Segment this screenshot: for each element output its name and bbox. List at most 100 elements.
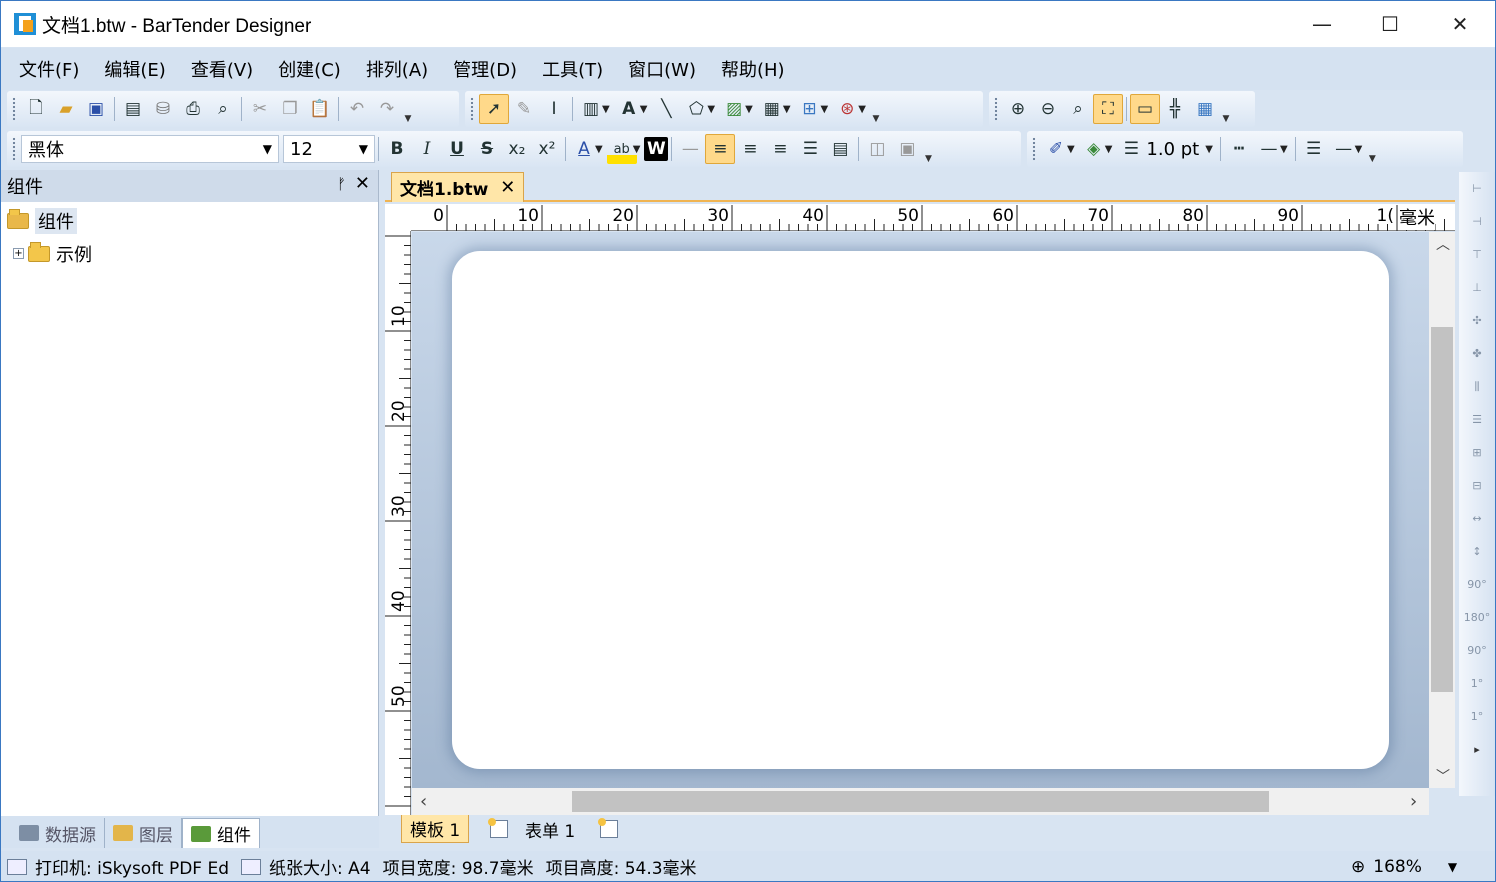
rotate-ccw-1-icon[interactable]: 1° — [1459, 667, 1495, 700]
cut-icon[interactable]: ✂ — [245, 94, 275, 124]
tab-layers[interactable]: 图层 — [105, 818, 182, 848]
vertical-scrollbar[interactable]: ︿ ﹀ — [1429, 232, 1455, 788]
align-justify-icon[interactable]: ☰ — [795, 134, 825, 164]
database-icon[interactable]: ⛁ — [148, 94, 178, 124]
scroll-down-icon[interactable]: ﹀ — [1436, 766, 1450, 786]
scroll-up-icon[interactable]: ︿ — [1436, 234, 1450, 254]
menu-tools[interactable]: 工具(T) — [534, 56, 611, 82]
shrink-icon[interactable]: ◫ — [862, 134, 892, 164]
superscript-button[interactable]: x² — [532, 134, 562, 164]
tree-item-example[interactable]: + 示例 — [1, 237, 378, 270]
line-weight-icon[interactable]: ☰ — [1116, 134, 1146, 164]
menu-view[interactable]: 查看(V) — [183, 56, 261, 82]
horizontal-scroll-thumb[interactable] — [572, 791, 1269, 812]
menu-arrange[interactable]: 排列(A) — [358, 56, 436, 82]
underline-button[interactable]: U — [442, 134, 472, 164]
scroll-left-icon[interactable]: ‹ — [420, 791, 427, 812]
toolbar-overflow-icon[interactable]: ▼ — [402, 94, 414, 124]
rotate-180-icon[interactable]: 180° — [1459, 601, 1495, 634]
zoom-control[interactable]: ⊕ 168% ▼ — [1345, 857, 1463, 877]
add-template-icon[interactable] — [479, 815, 519, 843]
toolbar-grip[interactable] — [12, 97, 16, 121]
align-left-icon[interactable]: ≡ — [705, 134, 736, 164]
line-style-icon[interactable]: — — [675, 134, 705, 164]
distribute-horizontal-icon[interactable]: ⫼ — [1459, 370, 1495, 403]
pin-icon[interactable]: ᚠ — [337, 175, 346, 193]
tab-data-source[interactable]: 数据源 — [11, 818, 105, 848]
print-icon[interactable]: ⎙ — [178, 94, 208, 124]
menu-manage[interactable]: 管理(D) — [445, 56, 525, 82]
menu-help[interactable]: 帮助(H) — [713, 56, 793, 82]
tab-form-1[interactable]: 表单 1 — [517, 815, 583, 843]
line-icon[interactable]: ╲ — [651, 94, 681, 124]
strikethrough-button[interactable]: S — [472, 134, 502, 164]
tab-components[interactable]: 组件 — [182, 818, 260, 848]
subscript-button[interactable]: x₂ — [502, 134, 532, 164]
close-button[interactable]: ✕ — [1425, 1, 1495, 47]
design-canvas[interactable] — [412, 232, 1429, 788]
align-right-icon[interactable]: ≡ — [765, 134, 795, 164]
label-template[interactable] — [452, 251, 1389, 769]
bold-button[interactable]: B — [382, 134, 412, 164]
align-centers-icon[interactable]: ⊣ — [1459, 205, 1495, 238]
save-icon[interactable]: ▣ — [81, 94, 111, 124]
toolbar-overflow-icon[interactable]: ▼ — [1220, 94, 1232, 124]
scroll-right-icon[interactable]: › — [1410, 791, 1417, 812]
maximize-button[interactable]: ☐ — [1355, 1, 1425, 47]
document-tab[interactable]: 文档1.btw ✕ — [391, 172, 525, 202]
grid-icon[interactable]: ▦ — [1190, 94, 1220, 124]
vertical-scroll-thumb[interactable] — [1431, 327, 1453, 692]
toolbar-overflow-icon[interactable]: ▼ — [922, 134, 934, 164]
toolbar-grip[interactable] — [994, 97, 998, 121]
tree-root[interactable]: 组件 — [1, 204, 378, 237]
align-bottom-edges-icon[interactable]: ⊥ — [1459, 271, 1495, 304]
brush-tool-icon[interactable]: ✎ — [509, 94, 539, 124]
zoom-fit-icon[interactable]: ⛶ — [1093, 94, 1123, 124]
toolbar-overflow-icon[interactable]: ▼ — [870, 94, 882, 124]
distribute-vertical-icon[interactable]: ☰ — [1459, 403, 1495, 436]
word-wrap-button[interactable]: W — [644, 137, 669, 161]
align-center-icon[interactable]: ≡ — [735, 134, 765, 164]
zoom-in-icon[interactable]: ⊕ — [1003, 94, 1033, 124]
rotate-cw-1-icon[interactable]: 1° — [1459, 700, 1495, 733]
open-folder-icon[interactable]: ▰ — [51, 94, 81, 124]
redo-icon[interactable]: ↷ — [372, 94, 402, 124]
new-document-icon[interactable]: 🗋 — [21, 94, 51, 124]
text-frame-icon[interactable]: ▣ — [892, 134, 922, 164]
toolbar-grip[interactable] — [470, 97, 474, 121]
horizontal-scrollbar[interactable]: ‹ › — [412, 788, 1429, 815]
copy-icon[interactable]: ❐ — [275, 94, 305, 124]
ruler-toggle-icon[interactable]: ▭ — [1130, 94, 1160, 124]
paste-icon[interactable]: 📋 — [305, 94, 335, 124]
toolbar-overflow-icon[interactable]: ▼ — [1366, 134, 1378, 164]
font-size-select[interactable]: 12 ▼ — [283, 135, 375, 163]
toolbar-grip[interactable] — [12, 137, 16, 161]
expand-icon[interactable]: + — [13, 248, 24, 259]
align-center-both-icon[interactable]: ✤ — [1459, 337, 1495, 370]
rotate-cw-90-icon[interactable]: 90° — [1459, 634, 1495, 667]
font-family-select[interactable]: 黑体 ▼ — [21, 135, 279, 163]
align-middle-icon[interactable]: ✣ — [1459, 304, 1495, 337]
same-width-icon[interactable]: ↔ — [1459, 502, 1495, 535]
fit-text-icon[interactable]: ▤ — [825, 134, 855, 164]
print-preview-icon[interactable]: ⌕ — [208, 94, 238, 124]
menu-file[interactable]: 文件(F) — [11, 56, 87, 82]
zoom-out-icon[interactable]: ⊖ — [1033, 94, 1063, 124]
menu-create[interactable]: 创建(C) — [270, 56, 349, 82]
center-horizontal-icon[interactable]: ⊞ — [1459, 436, 1495, 469]
align-top-edges-icon[interactable]: ⊤ — [1459, 238, 1495, 271]
undo-icon[interactable]: ↶ — [342, 94, 372, 124]
toolbar-grip[interactable] — [1032, 137, 1036, 161]
page-setup-icon[interactable]: ▤ — [118, 94, 148, 124]
panel-close-icon[interactable]: ✕ — [355, 173, 370, 194]
tab-template-1[interactable]: 模板 1 — [401, 815, 470, 843]
close-document-icon[interactable]: ✕ — [500, 177, 515, 198]
menu-window[interactable]: 窗口(W) — [620, 56, 704, 82]
toolbar-overflow-icon[interactable]: ▸ — [1459, 733, 1495, 766]
zoom-area-icon[interactable]: ⌕ — [1063, 94, 1093, 124]
center-vertical-icon[interactable]: ⊟ — [1459, 469, 1495, 502]
same-height-icon[interactable]: ↕ — [1459, 535, 1495, 568]
minimize-button[interactable]: — — [1287, 1, 1357, 47]
line-width-value[interactable]: 1.0 pt — [1146, 139, 1199, 160]
italic-button[interactable]: I — [412, 134, 442, 164]
